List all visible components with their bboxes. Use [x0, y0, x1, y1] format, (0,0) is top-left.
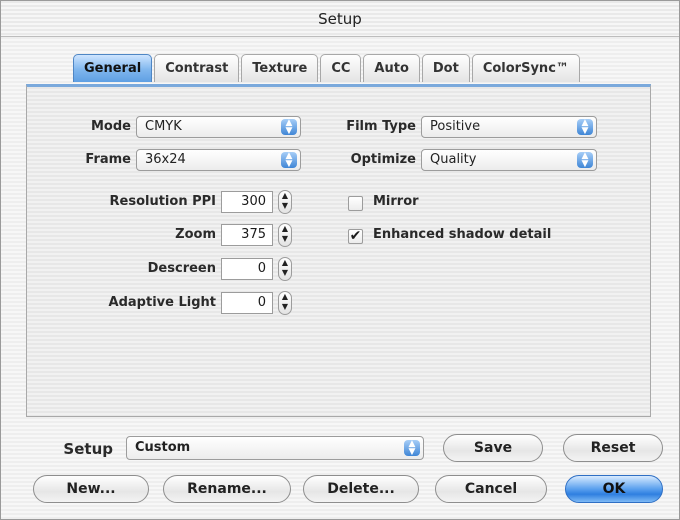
ok-button[interactable]: OK	[565, 475, 663, 503]
popup-arrows-icon: ▲ ▼	[577, 119, 593, 136]
save-button[interactable]: Save	[443, 434, 543, 462]
popup-arrows-icon: ▲ ▼	[577, 152, 593, 169]
setup-label: Setup	[63, 440, 113, 458]
popup-arrows-icon: ▲ ▼	[404, 440, 420, 457]
checkmark-icon: ✔	[349, 228, 362, 244]
mode-label: Mode	[91, 119, 131, 134]
adaptive-light-label: Adaptive Light	[108, 295, 216, 310]
film-type-select[interactable]: Positive ▲ ▼	[421, 116, 597, 138]
mirror-label: Mirror	[373, 194, 419, 209]
tab-dot[interactable]: Dot	[421, 54, 470, 82]
tab-general[interactable]: General	[73, 54, 153, 82]
enhanced-shadow-checkbox[interactable]: ✔	[348, 229, 363, 244]
enhanced-shadow-label: Enhanced shadow detail	[373, 227, 552, 242]
resolution-input[interactable]: 300	[221, 191, 273, 213]
descreen-stepper[interactable]: ▲ ▼	[278, 257, 292, 281]
resolution-label: Resolution PPI	[109, 194, 216, 209]
new-button[interactable]: New...	[33, 475, 149, 503]
tab-cc[interactable]: CC	[320, 54, 362, 82]
adaptive-light-stepper[interactable]: ▲ ▼	[278, 291, 292, 315]
mode-select[interactable]: CMYK ▲ ▼	[136, 116, 301, 138]
zoom-label: Zoom	[175, 227, 216, 242]
frame-select-value: 36x24	[145, 152, 186, 167]
film-type-select-value: Positive	[430, 119, 481, 134]
popup-arrows-icon: ▲ ▼	[281, 152, 297, 169]
resolution-stepper[interactable]: ▲ ▼	[278, 190, 292, 214]
window-title: Setup	[1, 1, 679, 37]
optimize-label: Optimize	[350, 152, 416, 167]
adaptive-light-input[interactable]: 0	[221, 292, 273, 314]
tab-colorsync[interactable]: ColorSync™	[471, 54, 580, 82]
reset-button[interactable]: Reset	[563, 434, 663, 462]
zoom-input[interactable]: 375	[221, 224, 273, 246]
cancel-button[interactable]: Cancel	[435, 475, 547, 503]
rename-button[interactable]: Rename...	[163, 475, 291, 503]
popup-arrows-icon: ▲ ▼	[281, 119, 297, 136]
setup-dialog: Setup General Contrast Texture CC Auto D…	[0, 0, 680, 520]
tab-texture[interactable]: Texture	[241, 54, 319, 82]
frame-label: Frame	[85, 152, 131, 167]
setup-select[interactable]: Custom ▲ ▼	[126, 436, 424, 460]
film-type-label: Film Type	[346, 119, 416, 134]
tab-contrast[interactable]: Contrast	[154, 54, 240, 82]
frame-select[interactable]: 36x24 ▲ ▼	[136, 149, 301, 171]
optimize-select-value: Quality	[430, 152, 477, 167]
tab-auto[interactable]: Auto	[363, 54, 420, 82]
optimize-select[interactable]: Quality ▲ ▼	[421, 149, 597, 171]
descreen-input[interactable]: 0	[221, 258, 273, 280]
delete-button[interactable]: Delete...	[303, 475, 419, 503]
zoom-stepper[interactable]: ▲ ▼	[278, 223, 292, 247]
mode-select-value: CMYK	[145, 119, 182, 134]
tab-bar: General Contrast Texture CC Auto Dot Col…	[73, 54, 582, 84]
mirror-checkbox[interactable]	[348, 196, 363, 211]
descreen-label: Descreen	[147, 261, 216, 276]
setup-select-value: Custom	[135, 440, 191, 455]
